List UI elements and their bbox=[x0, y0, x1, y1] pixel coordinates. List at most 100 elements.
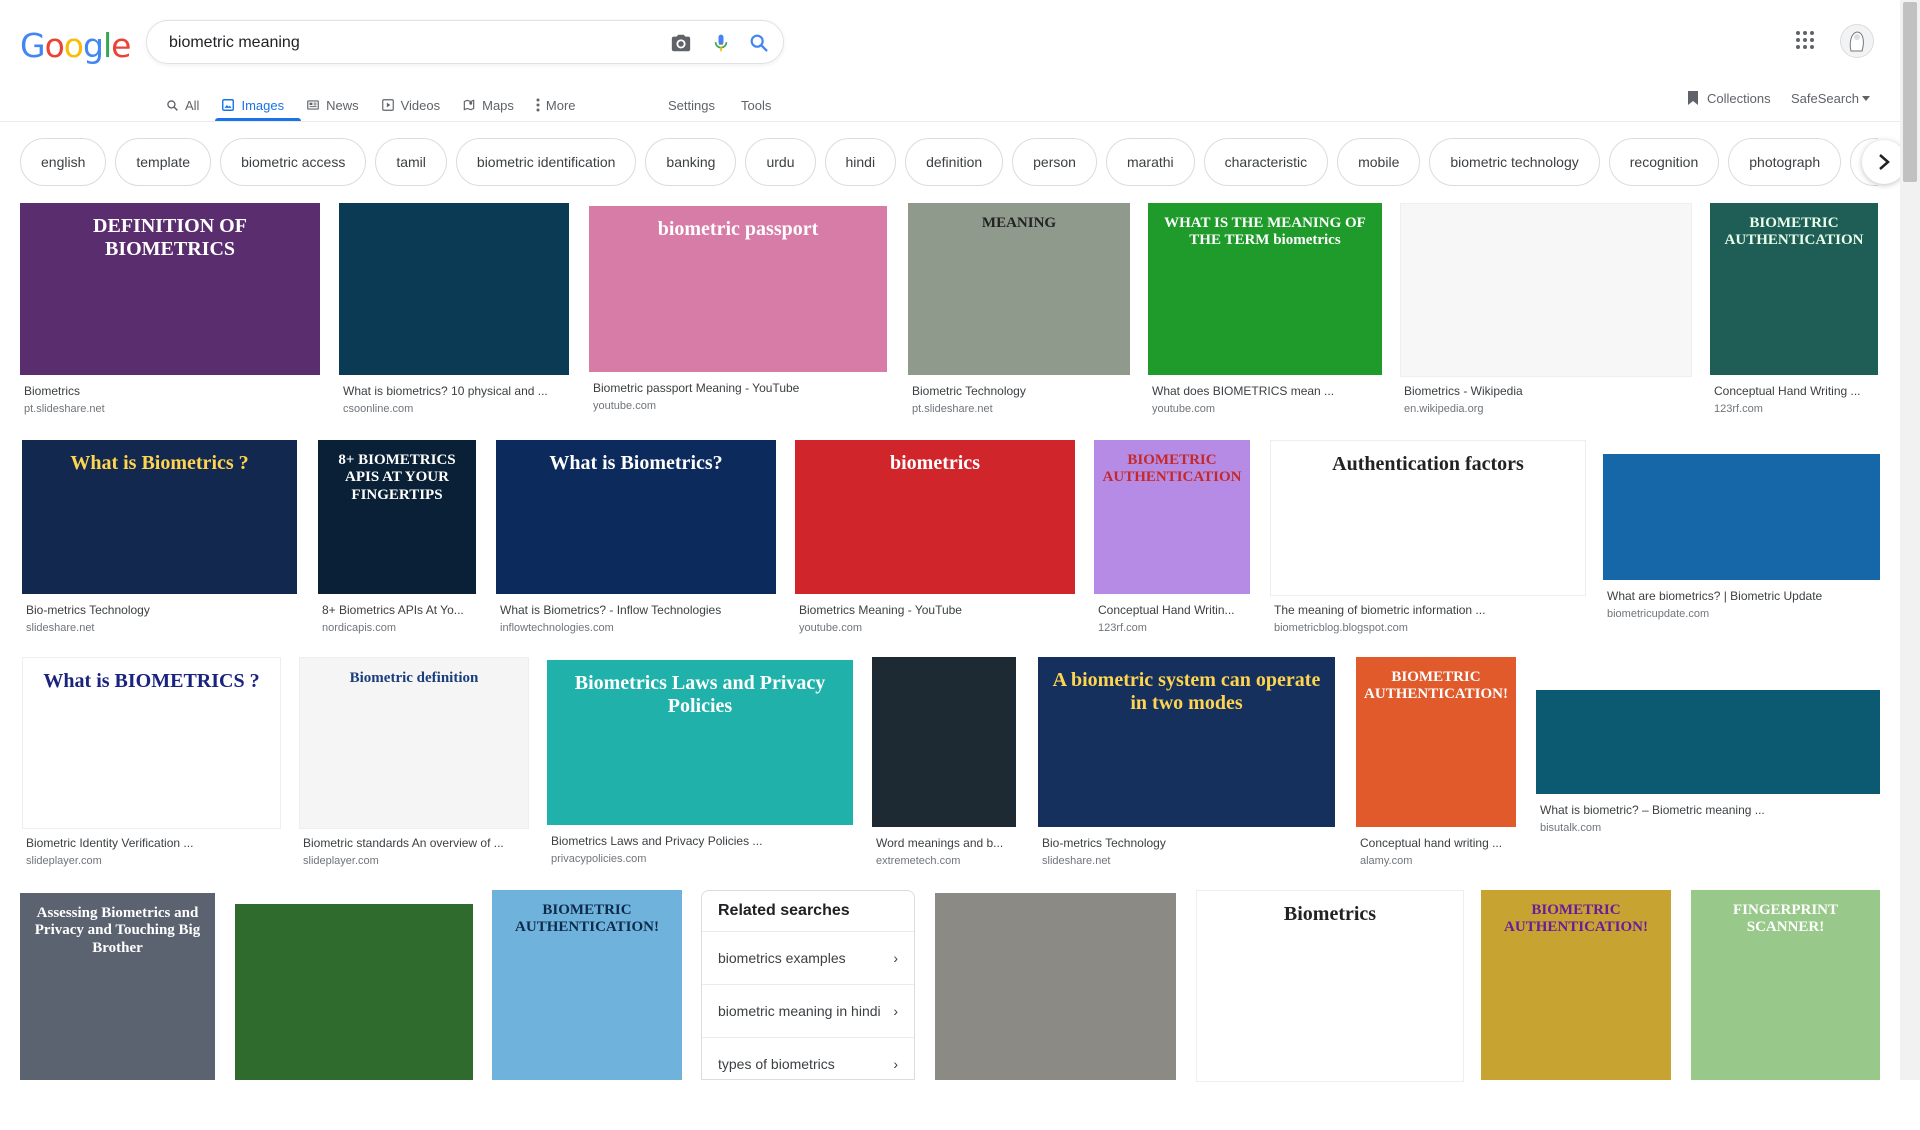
image-result[interactable]: Authentication factors The meaning of bio… bbox=[1270, 440, 1586, 644]
image-result[interactable]: What is Biometrics ? Bio-metrics Technolo… bbox=[22, 440, 297, 644]
result-thumbnail[interactable]: BIOMETRIC AUTHENTICATION! bbox=[492, 890, 682, 1080]
image-result[interactable]: What is biometrics? 10 physical and ... c… bbox=[339, 203, 569, 425]
result-thumbnail[interactable]: Biometrics bbox=[1196, 890, 1464, 1082]
image-result[interactable]: What is biometric? – Biometric meaning .… bbox=[1536, 690, 1880, 844]
image-result[interactable]: biometric passport Biometric passport Mea… bbox=[589, 206, 887, 422]
result-source[interactable]: privacypolicies.com bbox=[551, 853, 851, 865]
result-title[interactable]: Word meanings and b... bbox=[876, 836, 1014, 850]
image-result[interactable]: Biometrics bbox=[1196, 890, 1464, 1130]
result-thumbnail[interactable] bbox=[1400, 203, 1692, 377]
chip[interactable]: mobile bbox=[1337, 138, 1421, 186]
result-thumbnail[interactable]: biometrics bbox=[795, 440, 1075, 594]
image-result[interactable]: 8+ BIOMETRICS APIS AT YOUR FINGERTIPS 8+ … bbox=[318, 440, 476, 644]
result-title[interactable]: Biometric Identity Verification ... bbox=[26, 836, 277, 850]
result-thumbnail[interactable]: WHAT IS THE MEANING OF THE TERM biometri… bbox=[1148, 203, 1382, 375]
result-thumbnail[interactable] bbox=[935, 893, 1176, 1080]
result-thumbnail[interactable]: What is Biometrics? bbox=[496, 440, 776, 594]
image-result[interactable] bbox=[235, 904, 473, 1130]
tab-news[interactable]: News bbox=[306, 90, 359, 120]
result-source[interactable]: slideplayer.com bbox=[303, 855, 525, 867]
result-thumbnail[interactable]: 8+ BIOMETRICS APIS AT YOUR FINGERTIPS bbox=[318, 440, 476, 594]
result-thumbnail[interactable]: Assessing Biometrics and Privacy and Tou… bbox=[20, 893, 215, 1080]
image-result[interactable] bbox=[935, 893, 1176, 1130]
result-title[interactable]: 8+ Biometrics APIs At Yo... bbox=[322, 603, 474, 617]
tab-images[interactable]: Images bbox=[221, 90, 284, 120]
image-result[interactable]: MEANING Biometric Technology pt.slideshare… bbox=[908, 203, 1130, 425]
apps-grid-icon[interactable] bbox=[1795, 30, 1815, 55]
result-thumbnail[interactable]: BIOMETRIC AUTHENTICATION! bbox=[1481, 890, 1671, 1080]
result-thumbnail[interactable]: BIOMETRIC AUTHENTICATION bbox=[1710, 203, 1878, 375]
image-result[interactable]: BIOMETRIC AUTHENTICATION Conceptual Hand … bbox=[1710, 203, 1878, 425]
result-title[interactable]: Bio-metrics Technology bbox=[1042, 836, 1333, 850]
collections-button[interactable]: Collections bbox=[1686, 88, 1771, 108]
result-thumbnail[interactable] bbox=[235, 904, 473, 1080]
result-title[interactable]: Biometrics Laws and Privacy Policies ... bbox=[551, 834, 851, 848]
result-source[interactable]: biometricblog.blogspot.com bbox=[1274, 622, 1582, 634]
chip[interactable]: english bbox=[20, 138, 107, 186]
result-title[interactable]: Biometrics - Wikipedia bbox=[1404, 384, 1688, 398]
result-thumbnail[interactable]: Biometric definition bbox=[299, 657, 529, 829]
image-result[interactable]: A biometric system can operate in two mo… bbox=[1038, 657, 1335, 877]
result-thumbnail[interactable]: BIOMETRIC AUTHENTICATION bbox=[1094, 440, 1250, 594]
result-title[interactable]: What are biometrics? | Biometric Update bbox=[1607, 589, 1878, 603]
tools-link[interactable]: Tools bbox=[741, 98, 771, 113]
result-source[interactable]: youtube.com bbox=[799, 622, 1073, 634]
google-logo[interactable]: Google bbox=[20, 26, 131, 65]
result-title[interactable]: Conceptual hand writing ... bbox=[1360, 836, 1514, 850]
result-thumbnail[interactable]: DEFINITION OF BIOMETRICS bbox=[20, 203, 320, 375]
result-title[interactable]: What is biometrics? 10 physical and ... bbox=[343, 384, 567, 398]
result-source[interactable]: alamy.com bbox=[1360, 855, 1514, 867]
result-source[interactable]: biometricupdate.com bbox=[1607, 608, 1878, 620]
chip[interactable]: tamil bbox=[375, 138, 447, 186]
result-source[interactable]: extremetech.com bbox=[876, 855, 1014, 867]
result-source[interactable]: slideplayer.com bbox=[26, 855, 277, 867]
result-thumbnail[interactable]: biometric passport bbox=[589, 206, 887, 372]
related-search-item[interactable]: biometrics examples › bbox=[702, 931, 914, 984]
chip[interactable]: urdu bbox=[745, 138, 816, 186]
result-title[interactable]: Biometric standards An overview of ... bbox=[303, 836, 525, 850]
image-result[interactable]: Biometric definition Biometric standards … bbox=[299, 657, 529, 877]
result-title[interactable]: The meaning of biometric information ... bbox=[1274, 603, 1582, 617]
result-thumbnail[interactable]: Biometrics Laws and Privacy Policies bbox=[547, 660, 853, 825]
settings-link[interactable]: Settings bbox=[668, 98, 715, 113]
related-search-item[interactable]: biometric meaning in hindi › bbox=[702, 984, 914, 1037]
image-result[interactable]: BIOMETRIC AUTHENTICATION Conceptual Hand … bbox=[1094, 440, 1250, 644]
chip[interactable]: biometric identification bbox=[455, 138, 637, 186]
result-title[interactable]: Conceptual Hand Writin... bbox=[1098, 603, 1248, 617]
image-result[interactable]: DEFINITION OF BIOMETRICS Biometrics pt.sli… bbox=[20, 203, 320, 425]
tab-more[interactable]: More bbox=[536, 90, 576, 120]
result-source[interactable]: bisutalk.com bbox=[1540, 822, 1878, 834]
image-result[interactable]: Assessing Biometrics and Privacy and Tou… bbox=[20, 893, 215, 1130]
search-input[interactable] bbox=[167, 31, 651, 55]
account-avatar[interactable] bbox=[1840, 24, 1874, 58]
chip[interactable]: template bbox=[115, 138, 212, 186]
result-source[interactable]: csoonline.com bbox=[343, 403, 567, 415]
result-source[interactable]: pt.slideshare.net bbox=[24, 403, 318, 415]
result-source[interactable]: inflowtechnologies.com bbox=[500, 622, 774, 634]
result-thumbnail[interactable]: BIOMETRIC AUTHENTICATION! bbox=[1356, 657, 1516, 827]
scrollbar-thumb[interactable] bbox=[1903, 2, 1917, 182]
result-title[interactable]: Conceptual Hand Writing ... bbox=[1714, 384, 1876, 398]
result-thumbnail[interactable]: Authentication factors bbox=[1270, 440, 1586, 596]
result-source[interactable]: slideshare.net bbox=[26, 622, 295, 634]
result-thumbnail[interactable]: What is Biometrics ? bbox=[22, 440, 297, 594]
related-search-item[interactable]: types of biometrics › bbox=[702, 1037, 914, 1079]
result-thumbnail[interactable] bbox=[1603, 454, 1880, 580]
chip[interactable]: recognition bbox=[1608, 138, 1720, 186]
result-title[interactable]: Biometrics bbox=[24, 384, 318, 398]
image-result[interactable]: What are biometrics? | Biometric Update b… bbox=[1603, 454, 1880, 630]
chip[interactable]: marathi bbox=[1105, 138, 1195, 186]
result-thumbnail[interactable] bbox=[1536, 690, 1880, 794]
result-title[interactable]: Biometric passport Meaning - YouTube bbox=[593, 381, 885, 395]
chip[interactable]: hindi bbox=[824, 138, 897, 186]
microphone-icon[interactable] bbox=[709, 31, 733, 55]
image-result[interactable]: BIOMETRIC AUTHENTICATION! bbox=[1481, 890, 1671, 1130]
result-source[interactable]: slideshare.net bbox=[1042, 855, 1333, 867]
result-source[interactable]: 123rf.com bbox=[1098, 622, 1248, 634]
safesearch-button[interactable]: SafeSearch bbox=[1791, 88, 1870, 108]
camera-icon[interactable] bbox=[669, 31, 693, 55]
image-result[interactable]: BIOMETRIC AUTHENTICATION! Conceptual hand… bbox=[1356, 657, 1516, 877]
chip[interactable]: biometric access bbox=[220, 138, 367, 186]
tab-all[interactable]: All bbox=[166, 90, 199, 120]
result-source[interactable]: pt.slideshare.net bbox=[912, 403, 1128, 415]
